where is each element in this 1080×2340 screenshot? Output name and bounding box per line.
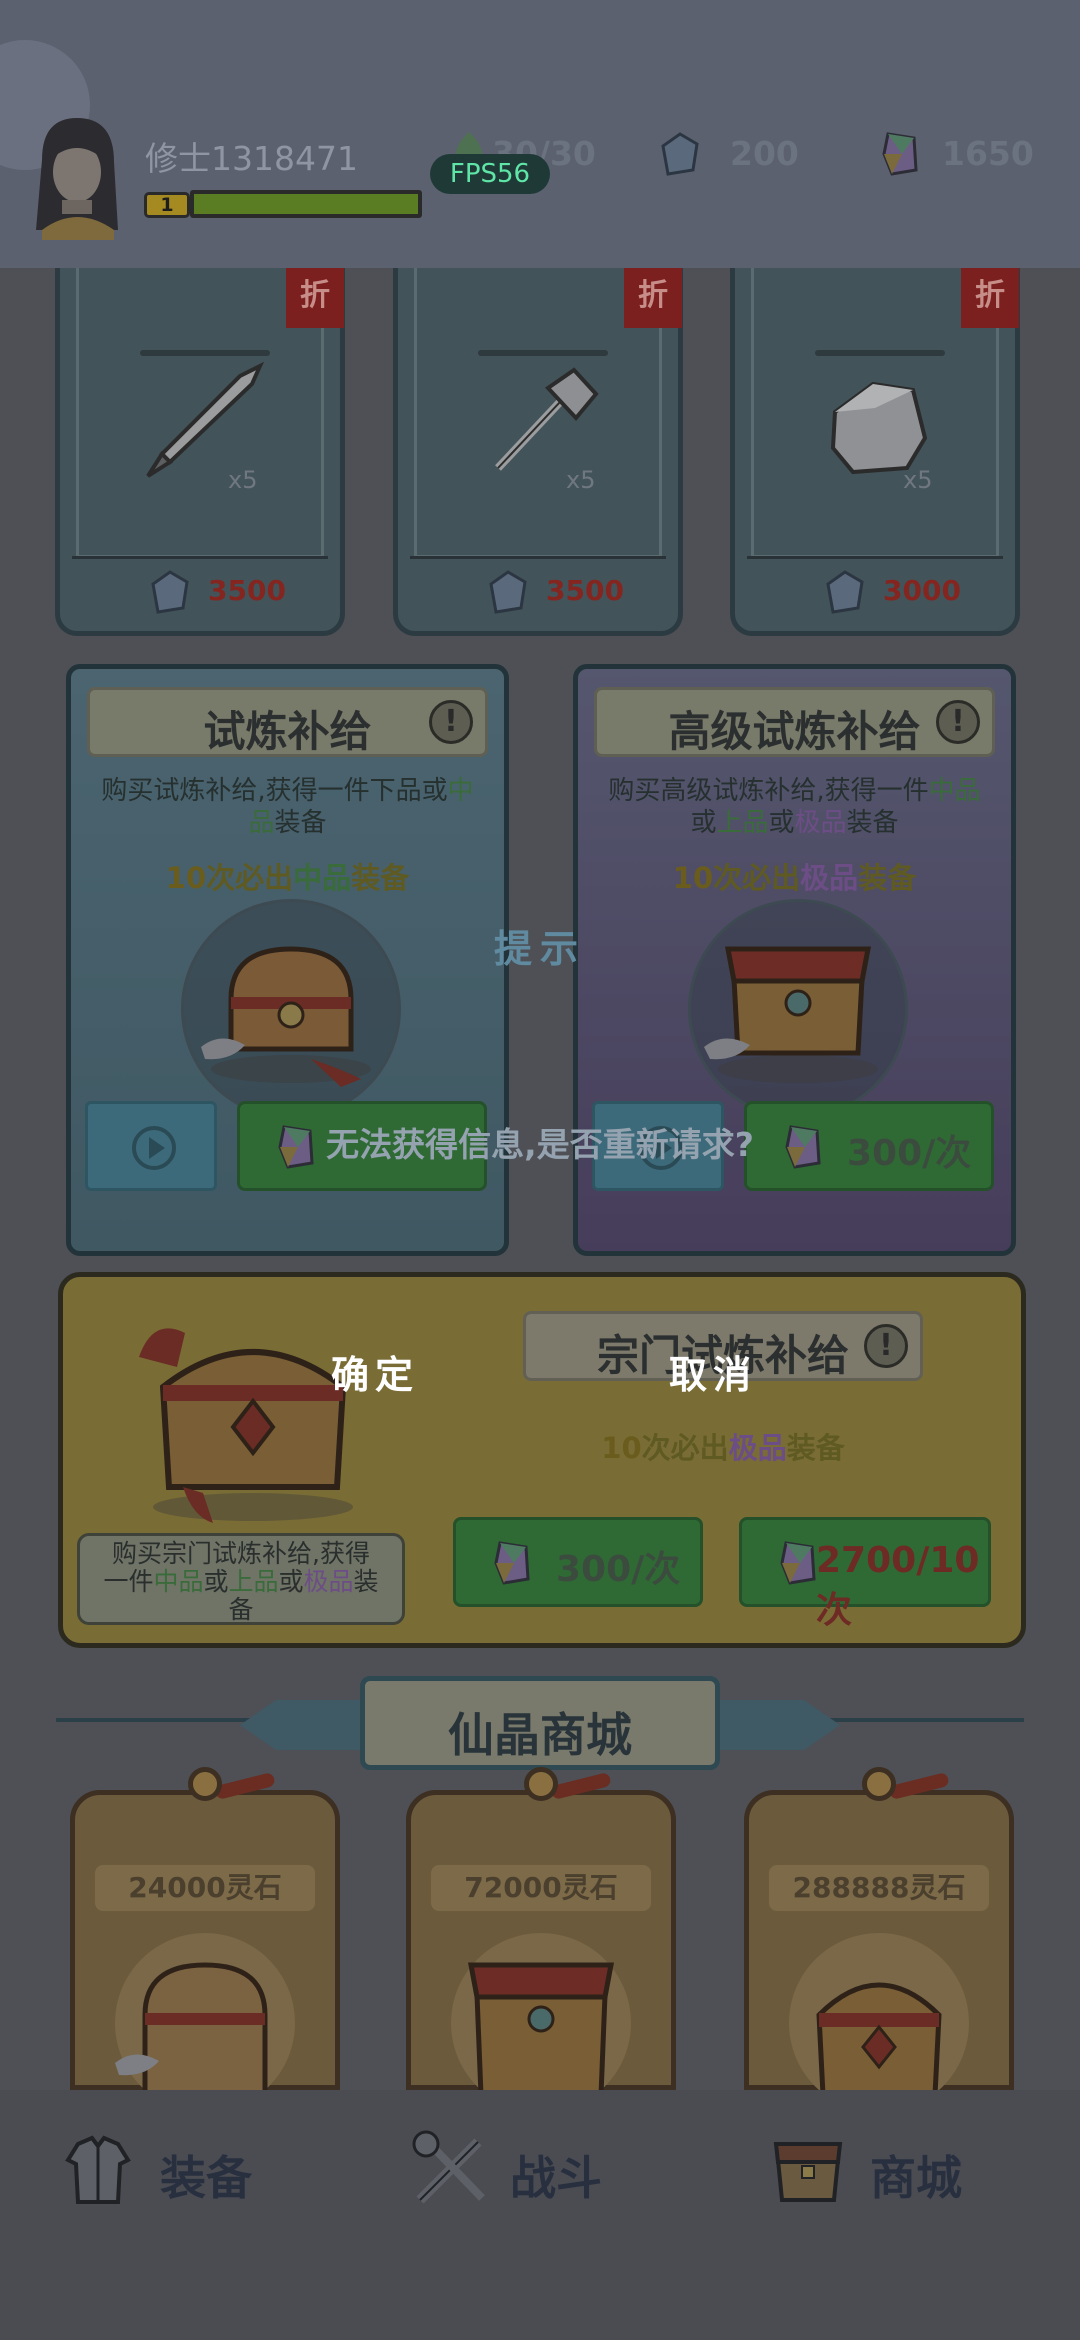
shop-card-sword[interactable]: x5 3500 折 [55, 268, 345, 636]
chest-icon [773, 2142, 843, 2202]
gem-icon [151, 570, 189, 614]
gem-icon [489, 570, 527, 614]
exp-fill [194, 194, 418, 214]
gem-icon [826, 570, 864, 614]
mall-item-card[interactable]: 72000灵石 [406, 1767, 676, 2113]
shop-card-hammer[interactable]: x5 3500 折 [393, 268, 683, 636]
mall-item-price: 288888灵石 [769, 1865, 989, 1911]
nav-label: 装备 [160, 2151, 252, 2205]
item-price: 3500 [546, 574, 624, 607]
section-title: 仙晶商城 [448, 1708, 632, 1762]
buy-sect-supply-ten-button[interactable]: 2700/10次 [739, 1517, 991, 1631]
item-price: 3000 [883, 574, 961, 607]
guarantee-text: 10次必出极品装备 [601, 1431, 845, 1465]
nav-shop[interactable]: 商城 [750, 2120, 1050, 2220]
confirm-button[interactable]: 确定 [300, 1344, 450, 1404]
armor-icon [65, 2135, 131, 2204]
info-icon[interactable]: ! [864, 1324, 908, 1368]
mall-item-card[interactable]: 24000灵石 [70, 1767, 340, 2113]
fps-counter: FPS56 [430, 154, 550, 194]
nav-label: 商城 [870, 2151, 962, 2205]
item-quantity: x5 [228, 466, 258, 494]
panel-title: 高级试炼补给 [668, 707, 921, 756]
chest-icon [139, 1328, 353, 1523]
info-icon[interactable]: ! [429, 700, 473, 744]
panel-description: 购买试炼补给,获得一件下品或中 品装备 [101, 776, 474, 838]
cancel-button[interactable]: 取消 [638, 1344, 788, 1404]
panel-title: 试炼补给 [203, 707, 372, 756]
buy-price: 2700/10次 [816, 1540, 980, 1631]
level-badge: 1 [144, 192, 190, 218]
mall-item-card[interactable]: 288888灵石 [744, 1767, 1014, 2113]
discount-tag: 折 [286, 268, 344, 328]
buy-sect-supply-single-button[interactable]: 300/次 [453, 1517, 703, 1607]
crystal-icon [494, 1541, 530, 1585]
guarantee-text: 10次必出中品装备 [165, 861, 410, 895]
item-price: 3500 [208, 574, 286, 607]
gem-value: 200 [730, 134, 799, 173]
battle-icon [412, 2130, 485, 2204]
mall-item-price: 24000灵石 [95, 1865, 315, 1911]
chest-icon [115, 1962, 268, 2095]
item-quantity: x5 [566, 466, 596, 494]
panel-description: 购买高级试炼补给,获得一件中品 或上品或极品装备 [608, 776, 981, 838]
guarantee-text: 10次必出极品装备 [672, 861, 917, 895]
shop-card-stone[interactable]: x5 3000 折 [730, 268, 1020, 636]
chest-icon [467, 1962, 615, 2095]
crystal-icon [880, 130, 920, 182]
buy-price: 300/次 [556, 1549, 681, 1590]
nav-battle[interactable]: 战斗 [390, 2120, 690, 2220]
mall-banner: 仙晶商城 [240, 1676, 840, 1770]
item-quantity: x5 [903, 466, 933, 494]
chest-icon [816, 1982, 942, 2095]
player-avatar[interactable] [22, 110, 132, 240]
gem-icon [660, 132, 700, 180]
player-name: 修士1318471 [145, 139, 358, 178]
mall-item-price: 72000灵石 [431, 1865, 651, 1911]
nav-equip[interactable]: 装备 [40, 2120, 340, 2220]
dialog-title: 提示 [493, 927, 586, 971]
panel-description: 购买宗门试炼补给,获得 一件中品或上品或极品装备 [77, 1533, 405, 1625]
dialog-message: 无法获得信息,是否重新请求? [326, 1125, 754, 1164]
info-icon[interactable]: ! [936, 700, 980, 744]
exp-bar [190, 190, 422, 218]
discount-tag: 折 [624, 268, 682, 328]
sect-trial-supply-panel: 宗门试炼补给 ! 10次必出极品装备 购买宗门试炼补给,获得 一件中品或上品或极品… [58, 1272, 1026, 1648]
crystal-icon [780, 1541, 816, 1585]
discount-tag: 折 [961, 268, 1019, 328]
nav-label: 战斗 [510, 2151, 602, 2205]
crystal-value: 1650 [942, 134, 1034, 173]
